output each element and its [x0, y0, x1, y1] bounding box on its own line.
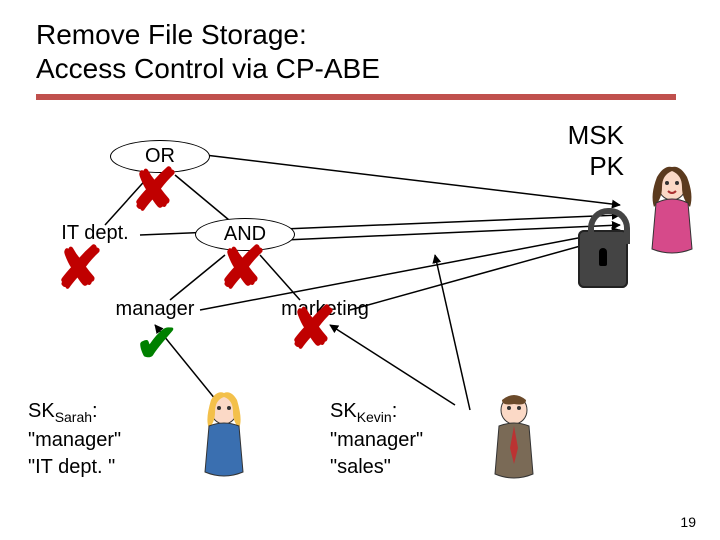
sk-kevin-colon: :: [392, 400, 398, 422]
sk-kevin: SKKevin: "manager" "sales": [330, 398, 423, 481]
check-manager: ✔: [135, 318, 179, 370]
sk-sarah-sub: Sarah: [55, 409, 92, 425]
key-labels: MSK PK: [568, 120, 624, 182]
sk-sarah-attr1: "manager": [28, 429, 121, 451]
sk-kevin-attr1: "manager": [330, 429, 423, 451]
sk-kevin-prefix: SK: [330, 400, 357, 422]
sk-sarah-prefix: SK: [28, 400, 55, 422]
sk-sarah-colon: :: [92, 400, 98, 422]
title-underline: [36, 94, 676, 100]
sk-kevin-attr2: "sales": [330, 456, 391, 478]
authority-icon: [642, 165, 702, 255]
cross-or: ✘: [130, 162, 179, 220]
title-line-2: Access Control via CP-ABE: [36, 53, 380, 84]
sarah-icon: [195, 392, 253, 480]
sk-kevin-sub: Kevin: [357, 409, 392, 425]
sk-sarah-attr2: "IT dept. ": [28, 456, 115, 478]
kevin-icon: [485, 392, 543, 480]
cross-it-dept: ✘: [55, 240, 104, 298]
msk-label: MSK: [568, 120, 624, 150]
cross-marketing: ✘: [288, 300, 337, 358]
page-number: 19: [680, 514, 696, 530]
pk-label: PK: [589, 151, 624, 181]
cross-and: ✘: [218, 240, 267, 298]
title-line-1: Remove File Storage:: [36, 19, 307, 50]
sk-sarah: SKSarah: "manager" "IT dept. ": [28, 398, 121, 481]
lock-icon: [578, 230, 628, 288]
slide-title: Remove File Storage: Access Control via …: [36, 18, 380, 85]
